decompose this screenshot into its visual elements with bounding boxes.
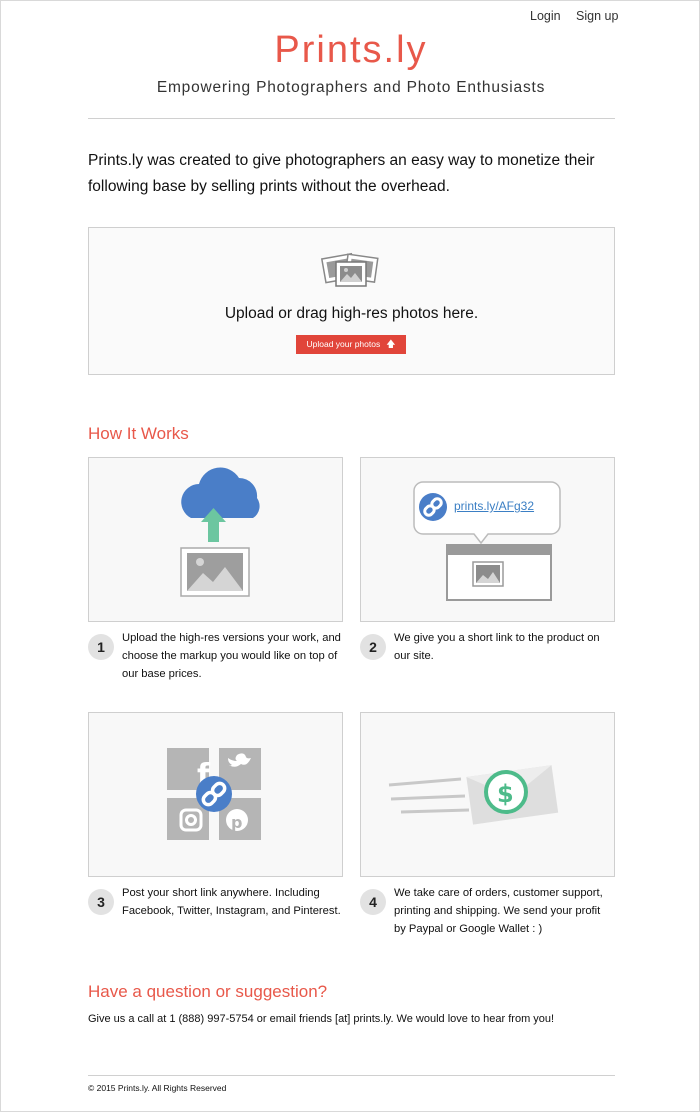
- step-4-card: $: [360, 712, 615, 877]
- footer-divider: [88, 1075, 615, 1076]
- step-1-text: Upload the high-res versions your work, …: [122, 632, 341, 680]
- step-3-text: Post your short link anywhere. Including…: [122, 887, 341, 917]
- upload-dropzone[interactable]: Upload or drag high-res photos here. Upl…: [88, 227, 615, 375]
- upload-photos-button[interactable]: Upload your photos 🡅: [296, 335, 406, 354]
- short-link-illustration: [413, 481, 561, 601]
- login-link[interactable]: Login: [530, 9, 561, 23]
- svg-text:$: $: [497, 780, 514, 808]
- tagline: Empowering Photographers and Photo Enthu…: [156, 79, 546, 96]
- site-logo[interactable]: Prints.ly: [1, 29, 700, 72]
- photos-icon: [320, 252, 379, 287]
- payout-envelope-icon: $: [388, 765, 559, 825]
- contact-title: Have a question or suggestion?: [88, 982, 328, 1001]
- intro-text: Prints.ly was created to give photograph…: [88, 152, 595, 195]
- header-divider: [88, 118, 615, 119]
- step-number: 2: [360, 634, 386, 660]
- step-1-card: [88, 457, 343, 622]
- step-3-card: f p: [88, 712, 343, 877]
- step-number: 1: [88, 634, 114, 660]
- step-number: 3: [88, 889, 114, 915]
- step-2-card: prints.ly/AFg32: [360, 457, 615, 622]
- how-it-works-title: How It Works: [88, 424, 189, 443]
- arrow-up-icon: 🡅: [386, 339, 396, 349]
- upload-instructions: Upload or drag high-res photos here.: [224, 305, 479, 322]
- step-4-text: We take care of orders, customer support…: [394, 887, 603, 935]
- signup-link[interactable]: Sign up: [576, 9, 618, 23]
- cloud-upload-icon: [180, 467, 260, 597]
- svg-text:p: p: [231, 813, 242, 832]
- upload-button-label: Upload your photos: [306, 339, 381, 349]
- short-link[interactable]: prints.ly/AFg32: [454, 499, 534, 513]
- contact-text: Give us a call at 1 (888) 997-5754 or em…: [88, 1013, 555, 1025]
- social-share-icon: f p: [167, 748, 261, 840]
- step-number: 4: [360, 889, 386, 915]
- step-2-text: We give you a short link to the product …: [394, 632, 600, 662]
- copyright: © 2015 Prints.ly. All Rights Reserved: [88, 1083, 227, 1093]
